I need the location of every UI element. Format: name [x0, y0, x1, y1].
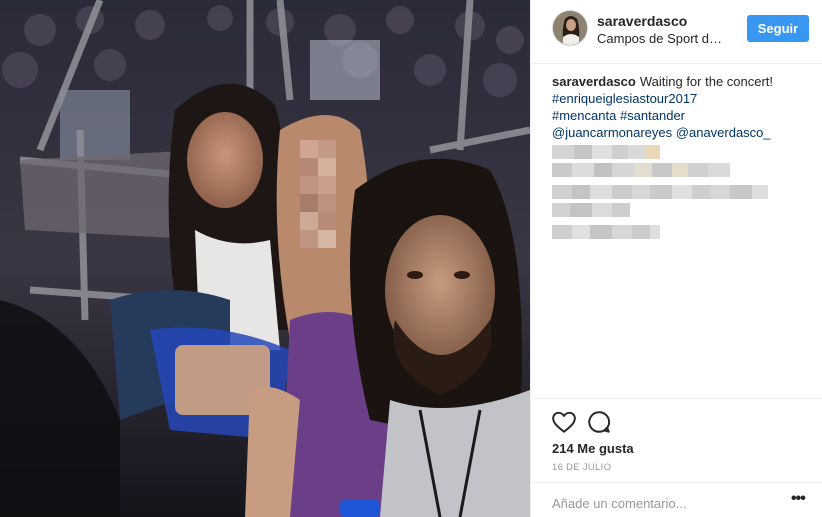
mention-link[interactable]: @anaverdasco_: [676, 124, 771, 141]
likes-count[interactable]: 214 Me gusta: [552, 441, 634, 456]
comment-input[interactable]: [552, 496, 772, 511]
comment-box: •••: [531, 482, 822, 517]
hashtag-link[interactable]: #enriqueiglesiastour2017: [552, 90, 697, 107]
post-side-panel: saraverdasco Campos de Sport d… Seguir s…: [530, 0, 822, 517]
blurred-comment-line: [552, 225, 812, 239]
blurred-comment-line: [552, 163, 812, 177]
post-header: saraverdasco Campos de Sport d… Seguir: [531, 0, 822, 64]
concert-selfie-image: [0, 0, 530, 517]
blurred-comment-line: [552, 145, 812, 159]
post-location[interactable]: Campos de Sport d…: [597, 31, 732, 46]
post-date: 16 DE JULIO: [552, 462, 612, 473]
blurred-comment-line: [552, 203, 812, 217]
blurred-comments: [552, 145, 812, 243]
comment-bubble-icon[interactable]: [586, 409, 612, 435]
caption-username[interactable]: saraverdasco: [552, 74, 636, 89]
heart-icon[interactable]: [551, 409, 577, 435]
post-photo[interactable]: [0, 0, 530, 517]
hashtag-link[interactable]: #mencanta: [552, 107, 616, 124]
hashtag-link[interactable]: #santander: [620, 107, 685, 124]
more-options-icon[interactable]: •••: [791, 491, 809, 507]
profile-picture-icon: [553, 11, 587, 45]
post-actions: 214 Me gusta 16 DE JULIO: [531, 398, 822, 478]
avatar[interactable]: [552, 10, 588, 46]
post-caption: saraverdasco Waiting for the concert! #en…: [552, 73, 812, 141]
post-username[interactable]: saraverdasco: [597, 13, 687, 29]
follow-button[interactable]: Seguir: [747, 15, 809, 42]
caption-text: Waiting for the concert!: [639, 74, 774, 89]
mention-link[interactable]: @juancarmonareyes: [552, 124, 672, 141]
blurred-comment-line: [552, 185, 812, 199]
